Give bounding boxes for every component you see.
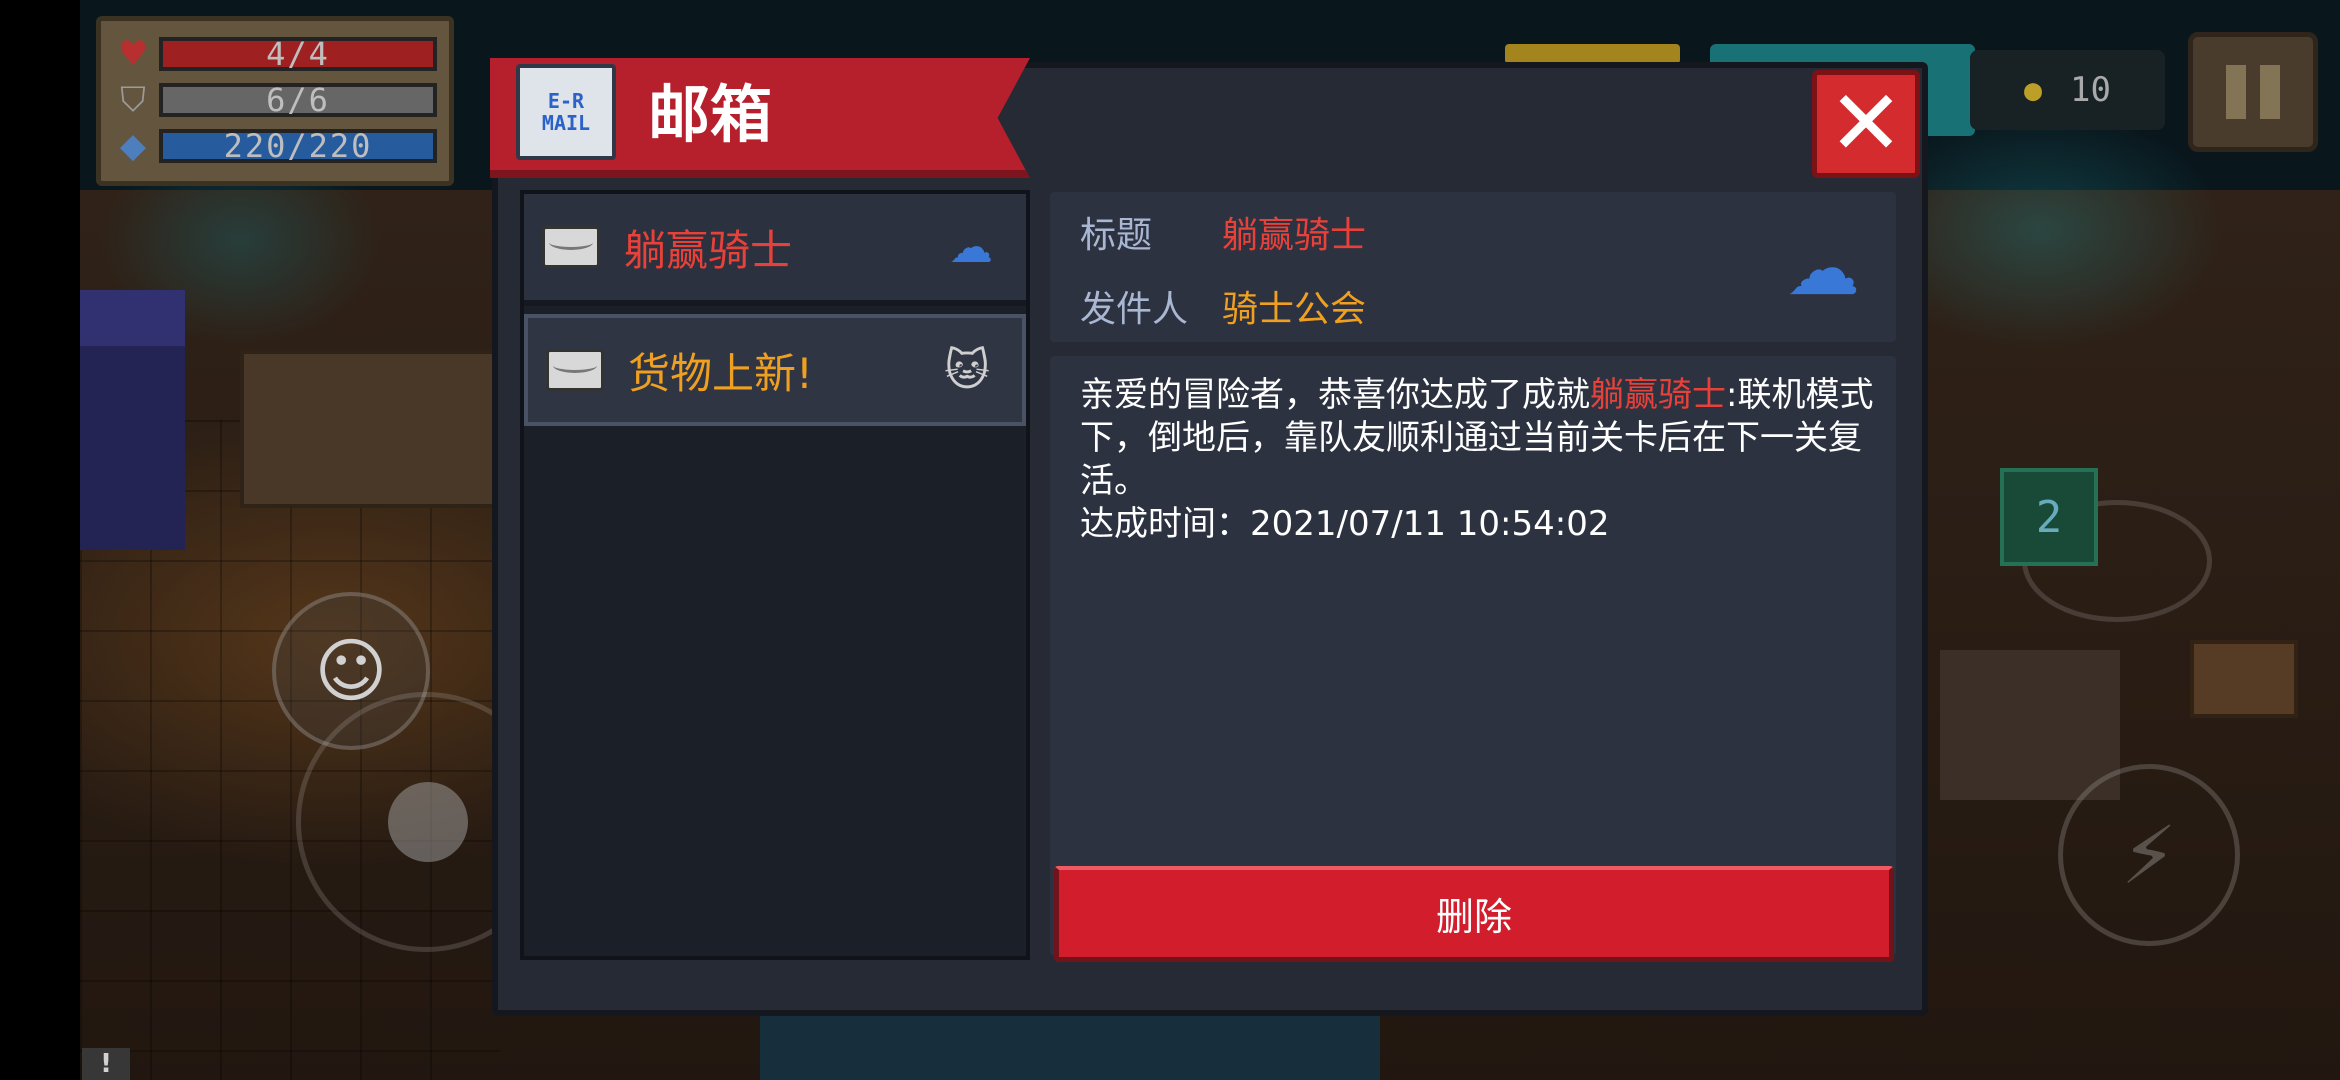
mail-message: 亲爱的冒险者，恭喜你达成了成就躺赢骑士:联机模式下，倒地后，靠队友顺利通过当前关… [1080, 374, 1880, 546]
envelope-icon [546, 349, 604, 391]
title-label: 标题 [1080, 215, 1153, 256]
mailbox-title: 邮箱 [648, 78, 773, 151]
delete-button[interactable]: 删除 [1054, 866, 1894, 962]
mail-envelope-icon: E-R MAIL [516, 64, 616, 160]
mail-item-new-goods[interactable]: 货物上新! 🐱 [524, 314, 1026, 426]
envelope-icon [542, 226, 600, 268]
sender-value: 骑士公会 [1222, 289, 1367, 330]
title-value: 躺赢骑士 [1222, 215, 1367, 256]
cat-merchant-icon: 🐱 [944, 344, 990, 396]
achievement-name: 躺赢骑士 [1590, 375, 1726, 415]
achievement-time: 达成时间：2021/07/11 10:54:02 [1080, 504, 1610, 544]
close-icon: ✕ [1828, 71, 1904, 176]
mail-item-subject: 躺赢骑士 [624, 225, 793, 275]
sleeping-knight-icon: ☁ [949, 221, 993, 273]
message-text: 亲爱的冒险者，恭喜你达成了成就 [1080, 375, 1590, 415]
close-button[interactable]: ✕ [1812, 70, 1920, 178]
sleeping-knight-icon: ☁ [1786, 226, 1860, 312]
delete-label: 删除 [1435, 895, 1512, 939]
mail-item-subject: 货物上新! [628, 348, 813, 398]
mail-item-achievement[interactable]: 躺赢骑士 ☁ [524, 194, 1026, 306]
sender-label: 发件人 [1080, 289, 1189, 330]
